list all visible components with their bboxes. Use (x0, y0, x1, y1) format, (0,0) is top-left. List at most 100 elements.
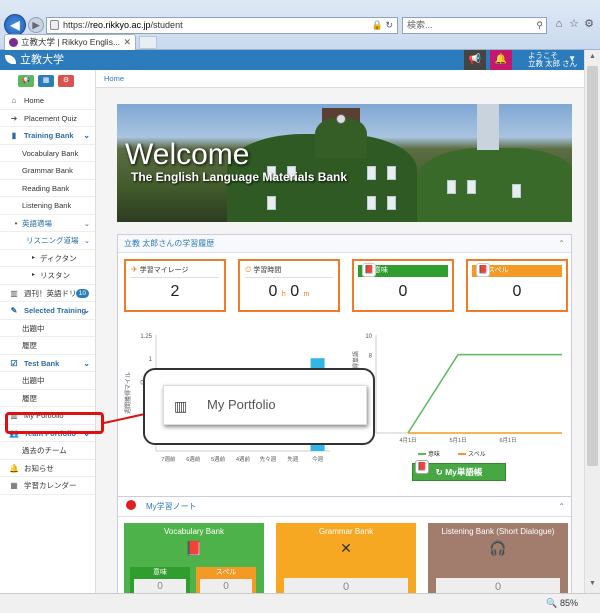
sidebar-item-selected-history[interactable]: 履歴 (0, 337, 95, 355)
chevron-down-icon: ⌄ (83, 236, 90, 245)
stat-meaning: 📕 意味 0 (352, 259, 454, 312)
sidebar-item-listening-bank[interactable]: Listening Bank (0, 197, 95, 215)
sidebar-item-label: Test Bank (24, 358, 60, 368)
logo[interactable]: 立教大学 (0, 50, 96, 70)
browser-tab[interactable]: 立教大学 | Rikkyo Englis... ✕ (4, 34, 136, 50)
chevron-up-icon[interactable]: ⌃ (558, 497, 565, 517)
checkbox-icon: ☑ (10, 358, 18, 368)
pencil-icon: ✎ (10, 306, 18, 315)
url-tail: 🔒 ↻ (371, 20, 393, 30)
sidebar-item-selected-active[interactable]: 出題中 (0, 320, 95, 337)
favicon (9, 38, 18, 47)
book-flag-icon: 📕 (415, 460, 429, 474)
sidebar-item-test-history[interactable]: 履歴 (0, 390, 95, 407)
page-icon (50, 20, 59, 30)
bank-name: Listening Bank (Short Dialogue) (441, 527, 555, 536)
sidebar-item-label: Home (24, 96, 45, 105)
x-tick-label: 6月1日 (499, 437, 516, 444)
x-tick-label: 6週前 (186, 455, 201, 463)
x-tick-label: 7週前 (161, 455, 176, 463)
sidebar-item-label: Training Bank (24, 131, 74, 140)
sidebar-item-weekly-drill[interactable]: ▥ 週刊！英語ドリル 10 (0, 285, 95, 302)
home-icon[interactable]: ⌂ (552, 17, 566, 31)
settings-gear-icon[interactable]: ⚙ (582, 17, 596, 31)
welcome-banner: Welcome The English Language Materials B… (117, 104, 572, 222)
my-wordbook-button[interactable]: 📕 ↻ My単語帳 (412, 460, 506, 481)
announcement-button[interactable]: 📢 (464, 50, 486, 70)
hours-value: 0 (268, 283, 278, 300)
calendar-button[interactable]: ▦ (38, 75, 54, 87)
bar-chart-icon: ▥ (10, 288, 18, 298)
sidebar-item-label: Grammar Bank (22, 166, 73, 175)
stat-spelling: 📕 スペル 0 (466, 259, 568, 312)
settings-button[interactable]: ⚙ (58, 75, 74, 87)
sidebar-item-dictan[interactable]: ▸ ディクタン (0, 250, 95, 267)
search-icon[interactable]: ⚲ (536, 18, 543, 33)
x-tick-label: 先週 (287, 455, 299, 463)
sidebar-item-reading-bank[interactable]: Reading Bank (0, 180, 95, 197)
sidebar-item-listan[interactable]: ▸ リスタン (0, 267, 95, 285)
arrow-right-icon: ➜ (10, 113, 18, 123)
stat-label-text: 学習時間 (253, 267, 282, 274)
series-line-meaning (407, 353, 562, 434)
sidebar-item-test-active[interactable]: 出題中 (0, 372, 95, 390)
x-tick-label: 今週 (312, 455, 324, 463)
book-flag-icon: 📕 (476, 263, 490, 277)
address-bar[interactable]: https://reo.rikkyo.ac.jp/student 🔒 ↻ (46, 17, 398, 34)
sidebar-item-selected-training[interactable]: ✎ Selected Training ⌄ (0, 302, 95, 320)
close-icon[interactable]: ✕ (123, 35, 131, 50)
breadcrumb-home[interactable]: Home (104, 74, 124, 83)
sidebar-item-test-bank[interactable]: ☑ Test Bank ⌄ (0, 355, 95, 372)
chevron-up-icon[interactable]: ⌃ (558, 235, 565, 253)
sidebar-item-calendar[interactable]: ▦ 学習カレンダー (0, 477, 95, 495)
new-tab-button[interactable] (139, 36, 157, 49)
stat-label-text: スペル (488, 267, 509, 274)
logo-text: 立教大学 (20, 54, 64, 66)
sidebar-item-label: 過去のチーム (22, 446, 67, 455)
stat-value: 2 (170, 283, 180, 300)
vertical-scrollbar[interactable]: ▲ ▼ (584, 50, 600, 593)
browser-search-input[interactable]: 検索... ⚲ (402, 17, 547, 34)
favorites-star-icon[interactable]: ☆ (567, 17, 581, 31)
zoom-level[interactable]: 🔍 85% (546, 598, 578, 609)
sidebar-item-past-teams[interactable]: 過去のチーム (0, 442, 95, 460)
sidebar-item-grammar-bank[interactable]: Grammar Bank (0, 162, 95, 180)
my-portfolio-card[interactable]: ▥ My Portfolio (163, 385, 367, 425)
sidebar-item-home[interactable]: ⌂ Home (0, 92, 95, 110)
forward-button[interactable]: ▶ (28, 17, 44, 33)
back-button[interactable]: ◀ (4, 14, 26, 36)
tools-icon: ✕ (340, 540, 352, 556)
megaphone-button[interactable]: 📢 (18, 75, 34, 87)
sidebar-item-listening-dojo[interactable]: リスニング道場 ⌄ (0, 232, 95, 250)
scroll-up-icon[interactable]: ▲ (589, 53, 596, 60)
bank-name: Grammar Bank (318, 527, 374, 536)
banner-window (387, 166, 396, 180)
url-host: reo.rikkyo.ac.jp (90, 20, 151, 30)
scroll-down-icon[interactable]: ▼ (589, 580, 596, 587)
sidebar-quick-buttons: 📢 ▦ ⚙ (0, 70, 95, 92)
welcome-subtitle: The English Language Materials Bank (131, 170, 348, 184)
sidebar-item-label: Selected Training (24, 306, 87, 315)
notification-bell-button[interactable]: 🔔 (490, 50, 512, 70)
user-menu[interactable]: ようこそ 立教 太郎 さん ▼ (514, 50, 584, 70)
banner-window (367, 196, 376, 210)
sidebar-item-label: 学習カレンダー (24, 481, 77, 490)
sidebar-item-label: お知らせ (24, 463, 54, 473)
sidebar-item-eigo-dojo[interactable]: • 英語適場 ⌄ (0, 215, 95, 232)
sidebar-item-label: リスタン (40, 271, 70, 280)
sidebar-item-vocabulary-bank[interactable]: Vocabulary Bank (0, 145, 95, 162)
my-portfolio-label: My Portfolio (207, 397, 276, 412)
sidebar-item-news[interactable]: 🔔 お知らせ (0, 460, 95, 477)
minutes-value: 0 (290, 283, 300, 300)
sidebar-item-label: ディクタン (40, 253, 77, 263)
status-bar: 🔍 85% (0, 593, 600, 613)
bell-icon: 🔔 (9, 463, 19, 473)
sidebar-item-label: 出題中 (22, 323, 45, 333)
scroll-thumb[interactable] (587, 66, 598, 466)
banner-ivy-right (417, 148, 572, 222)
y-tick-label: 10 (365, 334, 372, 340)
bank-name: Vocabulary Bank (163, 527, 225, 536)
stat-value: 0 (398, 283, 408, 300)
sidebar-item-placement-quiz[interactable]: ➜ Placement Quiz (0, 110, 95, 127)
sidebar-item-training-bank[interactable]: ▮ Training Bank ⌄ (0, 127, 95, 145)
